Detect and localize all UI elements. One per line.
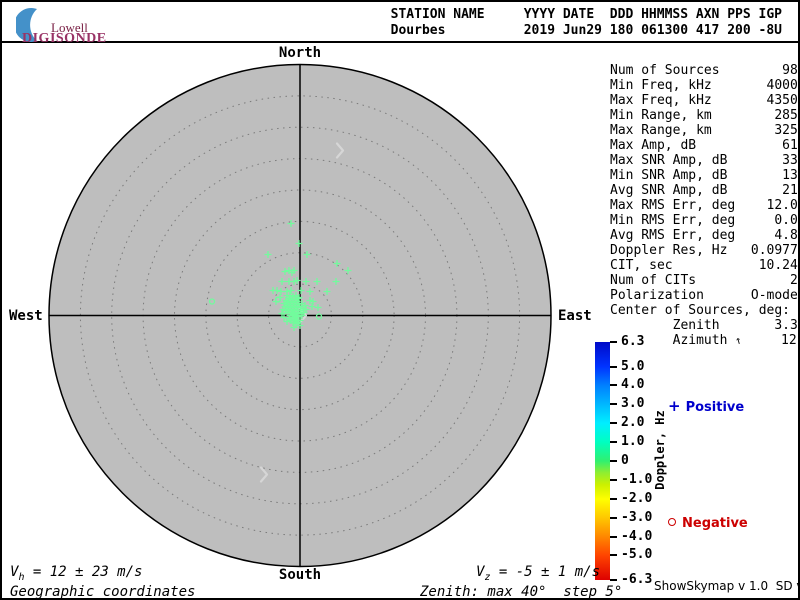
stats-line: Num of CITs 2 [610,273,798,288]
colorbar-tick-label: -3.0 [621,509,653,525]
software-version: ShowSkymap v 1.0 SD v 5.1 [654,579,798,593]
colorbar-tick [610,497,617,500]
colorbar-tick [610,516,617,519]
colorbar-tick-label: 5.0 [621,358,645,374]
colorbar-tick-label: 6.3 [621,334,645,349]
colorbar-tick [610,384,617,387]
coordinate-system-label: Geographic coordinates [10,584,196,600]
colorbar-tick-label: -5.0 [621,547,653,563]
zenith-scale-note: Zenith: max 40° step 5° [420,584,623,600]
colorbar-axis-title: Doppler, Hz [653,410,667,490]
doppler-colorbar: 6.3 5.0 4.0 3.0 2.0 1.0 0 -1.0 -2.0 -3.0 -4.0 -5.0 -… [595,334,652,587]
stats-line: Min RMS Err, deg 0.0 [610,213,798,228]
negative-label: Negative [682,516,748,531]
skymap-svg [48,63,552,568]
colorbar-tick-label: 1.0 [621,434,645,450]
stats-line: Max Freq, kHz 4350 [610,93,798,108]
measurement-stats: Num of Sources 98 Min Freq, kHz 4000 Max F… [610,63,798,348]
colorbar-tick-label: -1.0 [621,471,653,487]
colorbar-tick [610,441,617,444]
circle-marker-icon [668,518,676,526]
west-label: West [9,308,43,324]
station-header-values: Dourbes 2019 Jun29 180 061300 417 200 -8… [390,23,782,38]
colorbar-tick [610,579,617,581]
plus-marker-icon: + [668,397,681,415]
station-header: STATION NAME YYYY DATE DDD HHMMSS AXN PP… [391,7,782,39]
colorbar-tick [610,535,617,538]
stats-line: Max Range, km 325 [610,123,798,138]
stats-line: Center of Sources, deg: [610,303,791,318]
colorbar-tick [610,460,617,462]
colorbar-tick-label: -2.0 [621,490,653,506]
colorbar-tick-label: 3.0 [621,396,645,412]
vz-value: = -5 ± 1 m/s [490,564,601,580]
vertical-velocity-readout: Vz = -5 ± 1 m/s [476,564,600,583]
negative-doppler-legend: Negative [668,516,748,531]
stats-line: Avg SNR Amp, dB 21 [610,183,798,198]
stats-line: Min Freq, kHz 4000 [610,78,798,93]
stats-line: Doppler Res, Hz 0.0977 [610,243,798,258]
colorbar-tick [610,554,617,557]
stats-line: Max RMS Err, deg 12.0 [610,198,798,213]
lowell-digisonde-logo: Lowell DIGISONDE [14,4,134,46]
colorbar-tick [610,365,617,368]
colorbar-tick [610,341,617,343]
stats-line: Max SNR Amp, dB 33 [610,153,798,168]
stats-line: Polarization O-mode [610,288,798,303]
horizontal-velocity-readout: Vh = 12 ± 23 m/s [10,564,142,583]
stats-line: Num of Sources 98 [610,63,798,78]
east-label: East [558,308,592,324]
south-label: South [278,567,322,583]
skymap-plot-area: North South West East Num of Sources 98 M… [2,43,798,600]
skymap-window: Lowell DIGISONDE STATION NAME YYYY DATE … [0,0,800,600]
colorbar-tick [610,403,617,406]
north-label: North [278,45,322,61]
colorbar-tick-label: 4.0 [621,377,645,393]
colorbar-tick-label: -6.3 [621,572,653,587]
colorbar-tick-label: -4.0 [621,528,653,544]
stats-line: Min Range, km 285 [610,108,798,123]
vh-value: = 12 ± 23 m/s [24,564,143,580]
stats-line: Max Amp, dB 61 [610,138,798,153]
stats-line: Avg RMS Err, deg 4.8 [610,228,798,243]
colorbar-tick [610,478,617,481]
stats-line: Zenith 3.3 [610,318,798,333]
colorbar-tick-label: 2.0 [621,415,645,431]
colorbar-tick [610,422,617,425]
header-bar: Lowell DIGISONDE STATION NAME YYYY DATE … [2,2,798,46]
station-header-labels: STATION NAME YYYY DATE DDD HHMMSS AXN PP… [390,7,782,22]
stats-line: CIT, sec 10.24 [610,258,798,273]
positive-doppler-legend: + Positive [668,397,744,415]
stats-line: Min SNR Amp, dB 13 [610,168,798,183]
positive-label: Positive [685,400,745,415]
colorbar-tick-label: 0 [621,453,629,468]
